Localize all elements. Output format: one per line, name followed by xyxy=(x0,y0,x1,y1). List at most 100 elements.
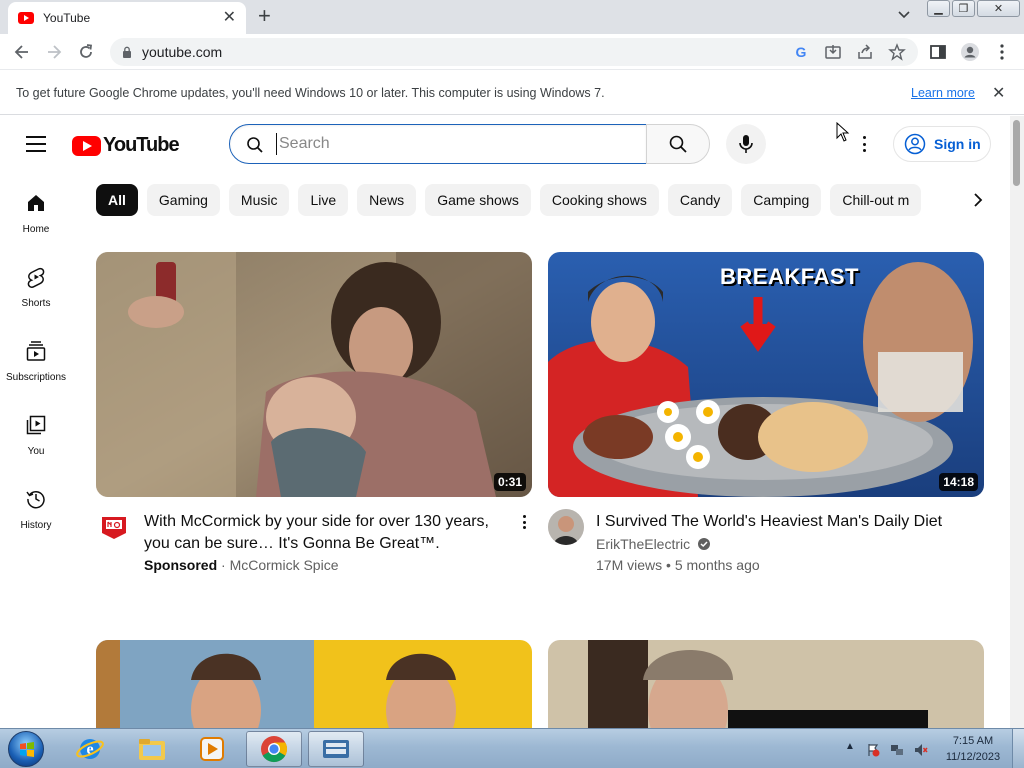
taskbar-media-player[interactable] xyxy=(184,731,240,767)
chrome-menu-icon[interactable] xyxy=(992,42,1012,62)
google-lens-icon[interactable]: G xyxy=(792,43,810,61)
taskbar-chrome[interactable] xyxy=(246,731,302,767)
forward-arrow-icon[interactable] xyxy=(44,42,64,62)
chip-game-shows[interactable]: Game shows xyxy=(425,184,531,216)
settings-more-icon[interactable] xyxy=(852,134,876,154)
video-metadata: With McCormick by your side for over 130… xyxy=(96,497,532,577)
chip-chill-out[interactable]: Chill-out m xyxy=(830,184,922,216)
view-count: 17M views xyxy=(596,557,663,573)
sidebar-item-you[interactable]: You xyxy=(0,394,72,464)
sidebar-item-shorts[interactable]: Shorts xyxy=(0,246,72,316)
video-thumbnail[interactable]: BREAKFAST 14:18 xyxy=(548,252,984,497)
close-window-button[interactable]: ✕ xyxy=(977,0,1020,17)
youtube-favicon-icon xyxy=(18,12,34,24)
browser-tab-youtube[interactable]: YouTube ✕ xyxy=(8,2,246,34)
video-title[interactable]: I Survived The World's Heaviest Man's Da… xyxy=(596,511,956,533)
restore-button[interactable]: ❐ xyxy=(952,0,975,17)
sign-in-button[interactable]: Sign in xyxy=(893,126,991,162)
sidebar-item-home[interactable]: Home xyxy=(0,172,72,242)
channel-name[interactable]: McCormick Spice xyxy=(230,557,339,573)
lock-icon[interactable] xyxy=(122,46,132,58)
search-icon xyxy=(247,137,263,153)
taskbar-explorer[interactable] xyxy=(124,731,180,767)
scrollbar-thumb[interactable] xyxy=(1013,120,1020,186)
chip-candy[interactable]: Candy xyxy=(667,184,733,216)
chip-camping[interactable]: Camping xyxy=(741,184,822,216)
action-center-flag-icon[interactable] xyxy=(866,743,880,757)
folder-icon xyxy=(139,739,165,760)
video-stats: 17M views • 5 months ago xyxy=(596,557,760,573)
chip-cooking-shows[interactable]: Cooking shows xyxy=(539,184,659,216)
install-app-icon[interactable] xyxy=(824,43,842,61)
volume-muted-icon[interactable] xyxy=(914,743,928,757)
profile-avatar-icon[interactable] xyxy=(960,42,980,62)
video-thumbnail-row2-right[interactable] xyxy=(548,640,984,728)
chip-news[interactable]: News xyxy=(357,184,417,216)
byline-separator: · xyxy=(221,557,226,573)
video-title[interactable]: With McCormick by your side for over 130… xyxy=(144,511,504,555)
chip-all[interactable]: All xyxy=(96,184,138,216)
thumbnail-image-mother-baby xyxy=(96,252,532,497)
video-card-mccormick[interactable]: 0:31 With McCormick by your side for ove… xyxy=(96,252,532,577)
info-bar-message: To get future Google Chrome updates, you… xyxy=(16,86,605,100)
video-card-erik[interactable]: BREAKFAST 14:18 I Survived The World's H… xyxy=(548,252,984,577)
reload-icon[interactable] xyxy=(76,42,96,62)
search-button[interactable] xyxy=(646,124,710,164)
start-button[interactable] xyxy=(8,731,44,767)
search-button-icon xyxy=(669,135,687,153)
erik-channel-avatar[interactable] xyxy=(548,509,584,545)
mccormick-channel-avatar[interactable] xyxy=(96,509,132,545)
video-thumbnail[interactable]: 0:31 xyxy=(96,252,532,497)
sidebar-item-history[interactable]: History xyxy=(0,468,72,538)
channel-name[interactable]: ErikTheElectric xyxy=(596,536,690,552)
sidebar-item-subscriptions[interactable]: Subscriptions xyxy=(0,320,72,390)
taskbar-clock[interactable]: 7:15 AM 11/12/2023 xyxy=(940,733,1006,765)
clock-time: 7:15 AM xyxy=(952,735,994,747)
account-circle-icon xyxy=(904,133,926,155)
info-bar-close-icon[interactable]: ✕ xyxy=(992,83,1005,103)
back-arrow-icon[interactable] xyxy=(12,42,32,62)
chevron-right-icon[interactable] xyxy=(968,190,988,210)
share-icon[interactable] xyxy=(856,43,874,61)
guide-menu-icon[interactable] xyxy=(26,136,46,152)
voice-search-button[interactable] xyxy=(726,124,766,164)
history-icon xyxy=(26,490,45,509)
tab-strip: YouTube ✕ + ▁ ❐ ✕ xyxy=(0,0,1024,34)
video-more-actions-icon[interactable] xyxy=(516,513,532,531)
tab-search-chevron-icon[interactable] xyxy=(897,8,911,22)
new-tab-icon[interactable]: + xyxy=(258,5,271,27)
tab-close-icon[interactable]: ✕ xyxy=(223,10,236,26)
address-bar[interactable]: youtube.com G xyxy=(110,38,918,66)
sidebar-label-subscriptions: Subscriptions xyxy=(5,372,67,383)
taskbar-internet-explorer[interactable]: e xyxy=(62,731,118,767)
chip-music[interactable]: Music xyxy=(228,184,290,216)
page-scrollbar[interactable] xyxy=(1010,116,1024,728)
video-byline: Sponsored · McCormick Spice xyxy=(144,557,338,573)
show-desktop-button[interactable] xyxy=(1012,729,1024,768)
mouse-pointer-icon xyxy=(836,122,850,142)
video-thumbnail-row2-left[interactable] xyxy=(96,640,532,728)
side-panel-icon[interactable] xyxy=(928,42,948,62)
stats-separator: • xyxy=(666,557,671,573)
search-box[interactable] xyxy=(229,124,647,164)
sidebar-label-shorts: Shorts xyxy=(21,298,51,309)
video-duration: 14:18 xyxy=(939,473,978,491)
video-duration: 0:31 xyxy=(493,473,526,491)
bookmark-star-icon[interactable] xyxy=(888,43,906,61)
video-channel-row: ErikTheElectric xyxy=(596,536,711,552)
filter-chips: All Gaming Music Live News Game shows Cooking … xyxy=(96,184,996,216)
chip-gaming[interactable]: Gaming xyxy=(146,184,220,216)
network-icon[interactable] xyxy=(890,743,904,757)
search-input[interactable] xyxy=(276,133,626,155)
learn-more-link[interactable]: Learn more xyxy=(911,86,975,100)
microphone-icon xyxy=(739,135,753,153)
windows-taskbar: e ▲ 7:15 AM 11/12/2023 xyxy=(0,728,1024,768)
show-hidden-icons-chevron-icon[interactable]: ▲ xyxy=(845,741,859,755)
youtube-logo[interactable]: YouTube xyxy=(72,134,180,157)
subscriptions-icon xyxy=(26,341,46,361)
chip-live[interactable]: Live xyxy=(298,184,349,216)
browser-toolbar: youtube.com G xyxy=(0,34,1024,70)
taskbar-on-screen-keyboard[interactable] xyxy=(308,731,364,767)
minimize-button[interactable]: ▁ xyxy=(927,0,950,17)
url-text: youtube.com xyxy=(142,44,223,60)
